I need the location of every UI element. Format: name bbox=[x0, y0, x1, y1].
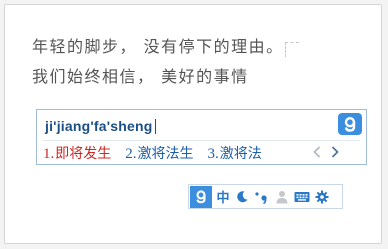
candidate-3[interactable]: 3.激将法 bbox=[208, 143, 262, 163]
candidate-1-text: 即将发生 bbox=[55, 146, 112, 162]
ime-candidate-window: ji'jiang'fa'sheng 1.即将发生 2.激将法生 3.激将法 bbox=[36, 109, 367, 165]
document-line-1: 年轻的脚步， 没有停下的理由。 bbox=[32, 36, 299, 58]
candidate-2-number: 2. bbox=[125, 146, 137, 162]
document-line-1-text: 年轻的脚步， 没有停下的理由。 bbox=[32, 37, 284, 56]
candidate-list: 1.即将发生 2.激将法生 3.激将法 bbox=[43, 143, 276, 163]
chevron-right-icon[interactable] bbox=[328, 143, 342, 161]
composition-text: ji'jiang'fa'sheng bbox=[45, 118, 153, 134]
candidate-2-text: 激将法生 bbox=[137, 146, 194, 162]
candidate-3-text: 激将法 bbox=[219, 146, 262, 162]
keyboard-icon[interactable] bbox=[293, 186, 311, 208]
text-document[interactable]: 年轻的脚步， 没有停下的理由。 我们始终相信， 美好的事情 ji'jiang'f… bbox=[4, 4, 382, 244]
candidate-1-number: 1. bbox=[43, 146, 55, 162]
user-icon[interactable] bbox=[274, 186, 290, 208]
ime-status-toolbar: 中 bbox=[188, 184, 343, 209]
composition-caret bbox=[154, 118, 156, 134]
candidate-1[interactable]: 1.即将发生 bbox=[43, 143, 111, 163]
text-cursor-marker bbox=[284, 42, 299, 57]
sogou-logo-icon[interactable] bbox=[190, 185, 212, 208]
document-line-2: 我们始终相信， 美好的事情 bbox=[32, 66, 249, 88]
candidate-3-number: 3. bbox=[207, 146, 219, 162]
ime-divider bbox=[43, 140, 360, 141]
settings-icon[interactable] bbox=[314, 186, 330, 208]
punctuation-icon[interactable] bbox=[253, 186, 271, 208]
sogou-logo-icon[interactable] bbox=[338, 113, 362, 135]
candidate-paging bbox=[310, 143, 342, 161]
half-moon-icon[interactable] bbox=[234, 186, 250, 208]
document-line-2-text: 我们始终相信， 美好的事情 bbox=[32, 67, 249, 86]
candidate-2[interactable]: 2.激将法生 bbox=[125, 143, 193, 163]
composition-area: ji'jiang'fa'sheng bbox=[45, 118, 156, 134]
chevron-left-icon[interactable] bbox=[310, 143, 324, 161]
chinese-mode-toggle[interactable]: 中 bbox=[215, 186, 231, 208]
